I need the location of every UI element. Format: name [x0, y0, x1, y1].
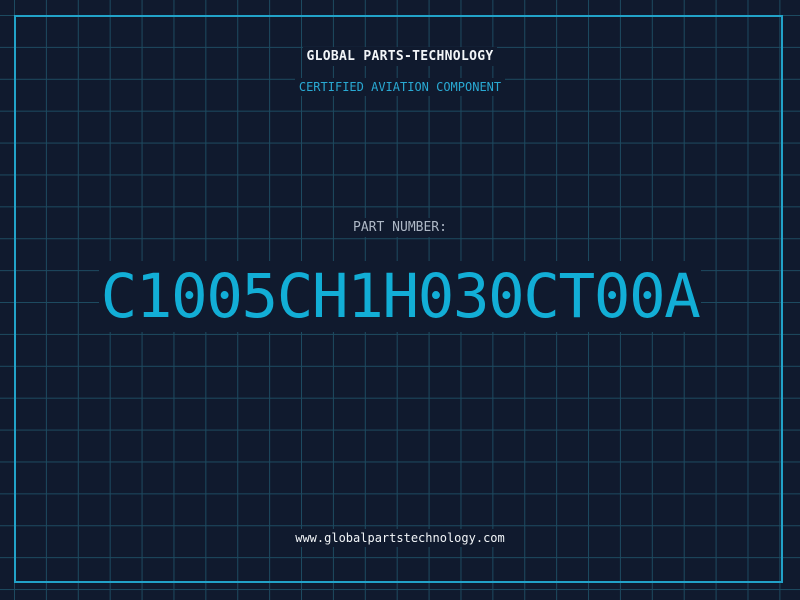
certification-subtitle: CERTIFIED AVIATION COMPONENT: [0, 78, 800, 96]
certificate-card: GLOBAL PARTS-TECHNOLOGY CERTIFIED AVIATI…: [0, 0, 800, 600]
company-name: GLOBAL PARTS-TECHNOLOGY: [0, 47, 800, 66]
certification-subtitle-text: CERTIFIED AVIATION COMPONENT: [294, 78, 506, 96]
part-number-label: PART NUMBER:: [0, 218, 800, 237]
part-number-label-text: PART NUMBER:: [349, 218, 451, 237]
company-name-text: GLOBAL PARTS-TECHNOLOGY: [302, 47, 498, 66]
website-url-text: www.globalpartstechnology.com: [291, 529, 509, 547]
website-url: www.globalpartstechnology.com: [0, 529, 800, 547]
part-number-value-text: C1005CH1H030CT00A: [98, 261, 702, 332]
part-number-value: C1005CH1H030CT00A: [0, 261, 800, 332]
